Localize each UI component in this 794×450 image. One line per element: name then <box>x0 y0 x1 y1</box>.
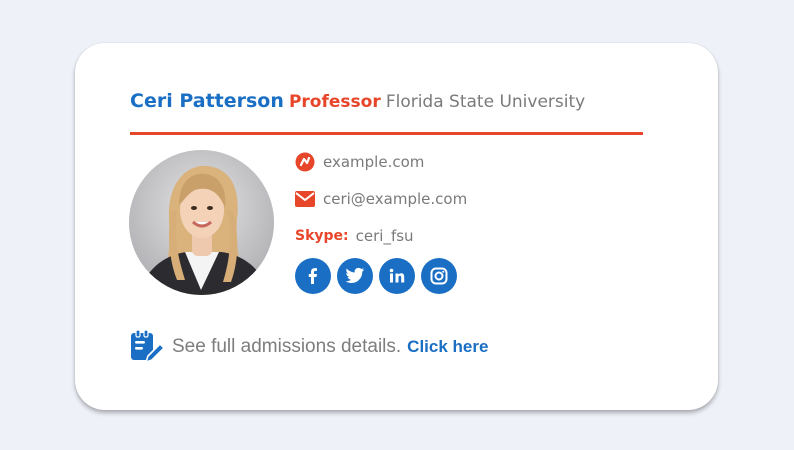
social-links <box>295 258 467 294</box>
email-signature-card: Ceri Patterson Professor Florida State U… <box>75 43 718 410</box>
header-divider <box>130 132 643 135</box>
person-title: Professor <box>288 92 381 112</box>
facebook-icon <box>308 268 317 284</box>
signature-header: Ceri Patterson Professor Florida State U… <box>130 90 585 112</box>
click-here-link[interactable]: Click here <box>407 337 488 357</box>
admissions-text: See full admissions details. <box>172 336 402 357</box>
document-edit-icon <box>128 328 166 366</box>
avatar <box>129 150 274 295</box>
website-link[interactable]: example.com <box>323 153 424 171</box>
envelope-icon <box>295 189 315 209</box>
website-icon <box>295 152 315 172</box>
avatar-photo <box>129 150 274 295</box>
twitter-icon <box>345 267 365 283</box>
instagram-button[interactable] <box>421 258 457 294</box>
skype-row: Skype: ceri_fsu <box>295 223 467 249</box>
organization-name: Florida State University <box>385 92 586 112</box>
linkedin-icon <box>389 268 405 283</box>
contact-details: example.com ceri@example.com Skype: ceri… <box>295 149 467 294</box>
admissions-footer: See full admissions details. Click here <box>128 328 488 366</box>
email-link[interactable]: ceri@example.com <box>323 190 467 208</box>
facebook-button[interactable] <box>295 258 331 294</box>
twitter-button[interactable] <box>337 258 373 294</box>
linkedin-button[interactable] <box>379 258 415 294</box>
skype-handle[interactable]: ceri_fsu <box>356 227 414 245</box>
instagram-icon <box>430 267 448 285</box>
person-name: Ceri Patterson <box>130 90 284 112</box>
skype-label: Skype: <box>295 228 349 244</box>
email-row: ceri@example.com <box>295 186 467 212</box>
website-row: example.com <box>295 149 467 175</box>
